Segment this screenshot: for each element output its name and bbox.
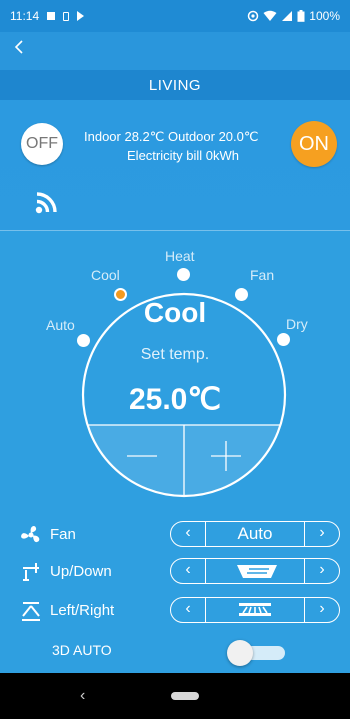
- system-nav-bar: ‹: [0, 673, 350, 719]
- horizontal-louver-icon: [22, 602, 40, 621]
- battery-icon: [297, 10, 305, 22]
- left-right-selector: ‹ ›: [170, 597, 340, 623]
- fan-label: Fan: [50, 526, 76, 543]
- wifi-signal-icon: [263, 10, 277, 21]
- 3d-auto-label: 3D AUTO: [52, 642, 112, 658]
- fan-value: Auto: [237, 524, 273, 543]
- up-down-selector: ‹ ›: [170, 558, 340, 584]
- app-bar: [0, 32, 350, 70]
- mode-dry-dot[interactable]: [277, 333, 290, 346]
- current-mode: Cool: [143, 297, 207, 328]
- fan-selector: ‹ Auto ›: [170, 521, 340, 547]
- nav-home-pill[interactable]: [171, 692, 199, 700]
- fan-next-button[interactable]: ›: [304, 522, 339, 546]
- fan-prev-button[interactable]: ‹: [171, 522, 206, 546]
- electricity-bill: Electricity bill 0kWh: [127, 148, 239, 163]
- status-time: 11:14: [10, 9, 40, 23]
- mode-heat-dot[interactable]: [177, 268, 190, 281]
- off-button[interactable]: OFF: [21, 123, 63, 165]
- left-right-label: Left/Right: [50, 602, 115, 619]
- room-title-bar: LIVING: [0, 70, 350, 100]
- fan-icon: [21, 525, 40, 543]
- temperature-readout: Indoor 28.2℃ Outdoor 20.0℃: [84, 129, 259, 144]
- phone-icon: [63, 11, 70, 21]
- fan-row: Fan ‹ Auto ›: [0, 519, 350, 551]
- left-right-next-button[interactable]: ›: [304, 598, 339, 622]
- toggle-knob: [227, 640, 253, 666]
- up-down-prev-button[interactable]: ‹: [171, 559, 206, 583]
- room-title: LIVING: [148, 76, 202, 94]
- up-down-label: Up/Down: [50, 563, 112, 580]
- section-divider: [0, 230, 350, 231]
- mode-cool-label[interactable]: Cool: [91, 267, 120, 283]
- up-down-swing-icon: [237, 565, 277, 578]
- 3d-auto-toggle[interactable]: [227, 640, 285, 666]
- decrease-temp-button[interactable]: [100, 430, 184, 485]
- left-right-prev-button[interactable]: ‹: [171, 598, 206, 622]
- set-temp-value: 25.0℃: [128, 383, 222, 416]
- on-button[interactable]: ON: [291, 121, 337, 167]
- left-right-swing-icon: [239, 603, 271, 616]
- status-bar: 11:14 100%: [0, 0, 350, 32]
- left-right-row: Left/Right ‹ ›: [0, 595, 350, 627]
- battery-percent: 100%: [309, 9, 340, 23]
- vertical-louver-icon: [23, 563, 39, 581]
- notification-icon: [47, 12, 56, 20]
- nav-back-icon[interactable]: ‹: [80, 687, 85, 705]
- location-icon: [248, 10, 259, 22]
- up-down-row: Up/Down ‹ ›: [0, 556, 350, 588]
- on-label: ON: [299, 132, 329, 155]
- increase-temp-button[interactable]: [184, 430, 268, 485]
- play-icon: [77, 11, 85, 21]
- status-panel: OFF Indoor 28.2℃ Outdoor 20.0℃ Electrici…: [0, 100, 350, 230]
- wifi-connection-icon: [35, 192, 57, 214]
- set-temp-label: Set temp.: [140, 346, 210, 363]
- mode-dial: Auto Cool Heat Fan Dry Cool Set temp. 25…: [0, 240, 350, 500]
- back-arrow-icon[interactable]: [12, 36, 26, 58]
- mode-fan-label[interactable]: Fan: [250, 267, 274, 283]
- mode-heat-label[interactable]: Heat: [165, 248, 195, 264]
- cell-signal-icon: [282, 11, 293, 21]
- off-label: OFF: [26, 135, 58, 152]
- up-down-next-button[interactable]: ›: [304, 559, 339, 583]
